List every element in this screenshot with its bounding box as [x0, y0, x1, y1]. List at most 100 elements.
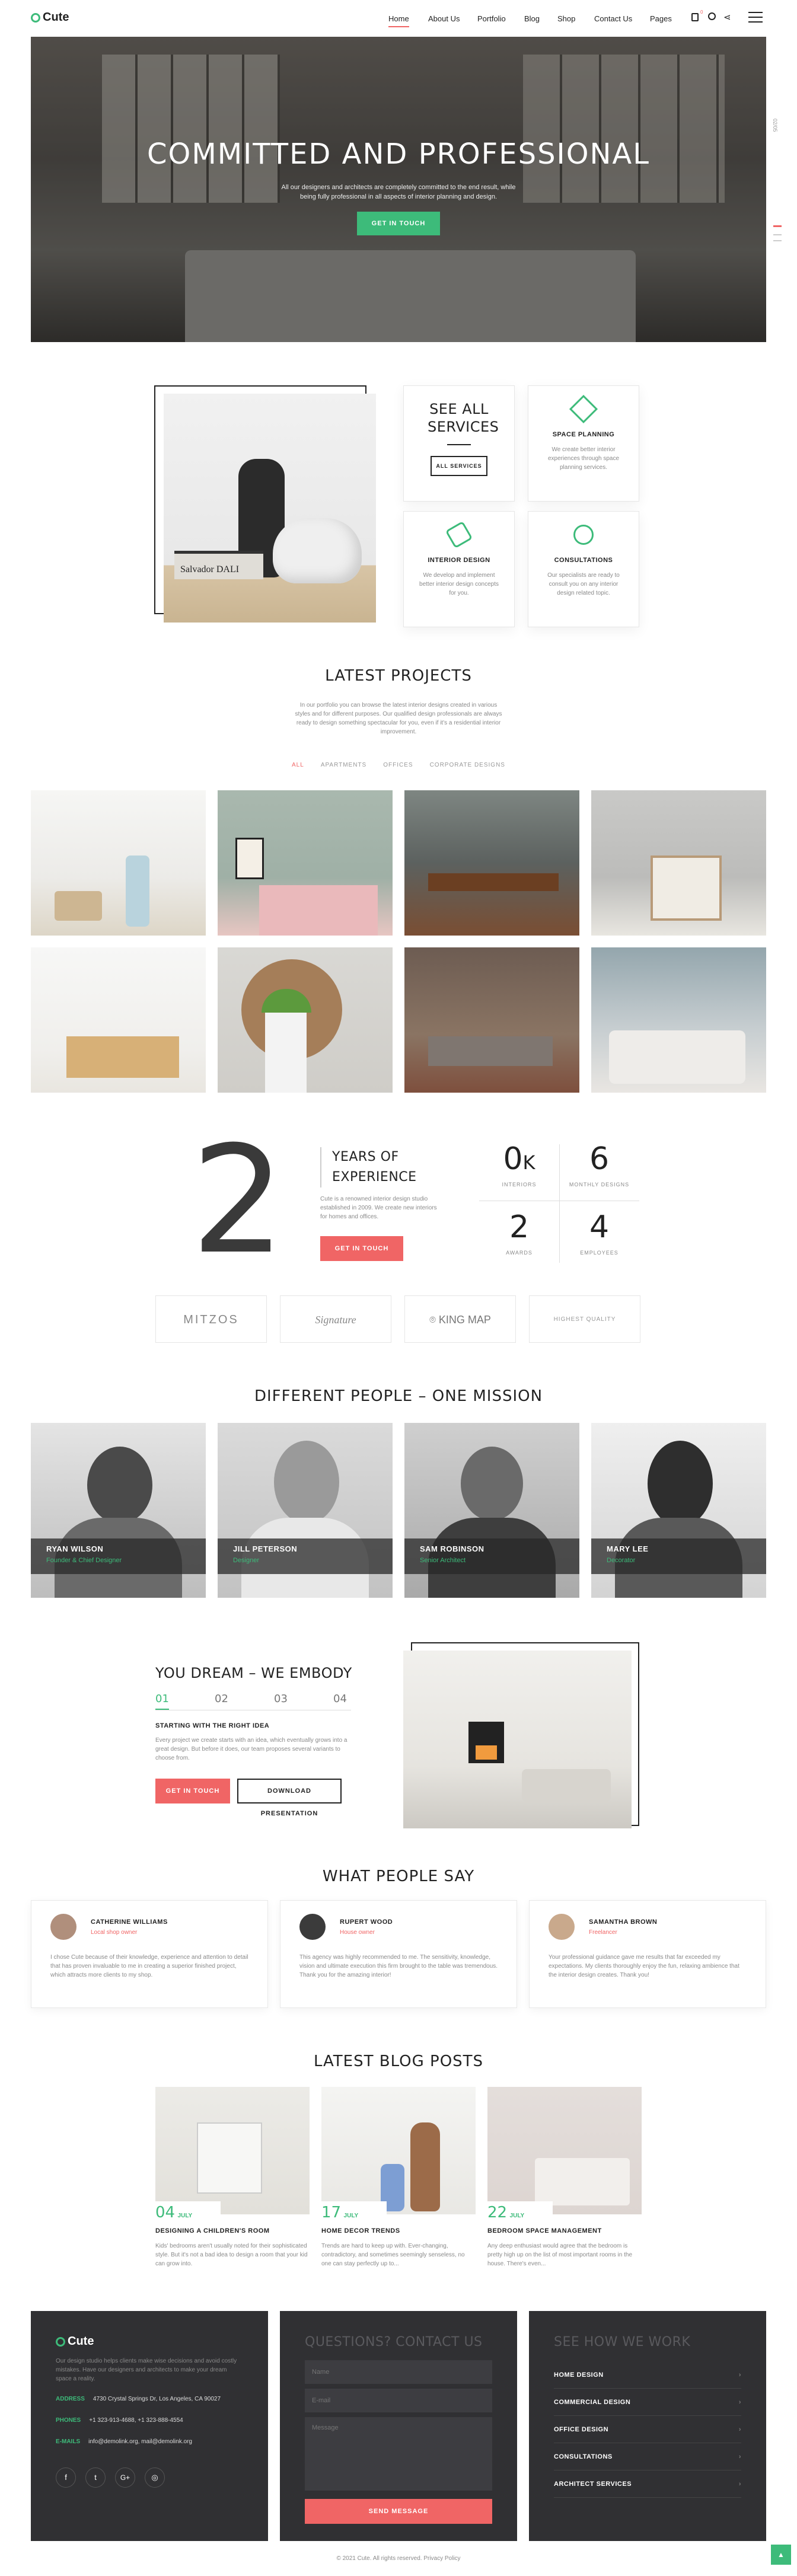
download-presentation-button[interactable]: DOWNLOAD PRESENTATION — [237, 1779, 342, 1817]
logo-ring-icon — [56, 2336, 65, 2347]
nav-blog[interactable]: Blog — [524, 14, 540, 23]
tab-04[interactable]: 04 — [333, 1693, 347, 1705]
nav-contact[interactable]: Contact Us — [594, 14, 632, 23]
menu-icon[interactable] — [748, 12, 763, 23]
service-card-interior-design[interactable]: INTERIOR DESIGN We develop and implement… — [403, 511, 515, 627]
logo[interactable]: Cute — [31, 11, 69, 24]
avatar — [461, 1447, 523, 1521]
services-image: Salvador DALI — [164, 394, 376, 623]
logo-mitzos[interactable]: MITZOS — [155, 1295, 267, 1343]
facebook-icon[interactable]: f — [56, 2468, 76, 2488]
hero: COMMITTED AND PROFESSIONAL All our desig… — [31, 37, 766, 342]
work-link-commercial[interactable]: COMMERCIAL DESIGN › — [554, 2389, 741, 2416]
see-all-heading: SEE ALL SERVICES — [428, 401, 499, 435]
books: Salvador DALI — [174, 551, 263, 579]
project-7[interactable] — [404, 947, 579, 1093]
nav-home[interactable]: Home — [388, 14, 409, 27]
back-to-top-button[interactable]: ▲ — [771, 2545, 791, 2565]
blog-post-1[interactable]: 04 JULY DESIGNING A CHILDREN'S ROOM Kids… — [155, 2087, 310, 2268]
logo-signature[interactable]: Signature — [280, 1295, 391, 1343]
instagram-icon[interactable]: ◎ — [145, 2468, 165, 2488]
nav-portfolio[interactable]: Portfolio — [477, 14, 506, 23]
logo-kingmap[interactable]: ⌾ KING MAP — [404, 1295, 516, 1343]
service-card-consultations[interactable]: CONSULTATIONS Our specialists are ready … — [528, 511, 639, 627]
avatar — [50, 1914, 76, 1940]
message-field[interactable] — [305, 2417, 492, 2491]
work-link-consultations[interactable]: CONSULTATIONS › — [554, 2443, 741, 2470]
slide-counter[interactable]: 02/05 — [772, 119, 778, 132]
blog-post-3[interactable]: 22 JULY BEDROOM SPACE MANAGEMENT Any dee… — [487, 2087, 642, 2268]
tab-03[interactable]: 03 — [274, 1693, 288, 1705]
work-link-office[interactable]: OFFICE DESIGN › — [554, 2416, 741, 2443]
blog-post-2[interactable]: 17 JULY HOME DECOR TRENDS Trends are har… — [321, 2087, 476, 2268]
site-header: Cute Home About Us Portfolio Blog Shop C… — [0, 0, 797, 37]
project-2[interactable] — [218, 790, 393, 936]
google-plus-icon[interactable]: G+ — [115, 2468, 135, 2488]
logo-ring-icon — [31, 12, 40, 23]
project-filters: ALL APARTMENTS OFFICES CORPORATE DESIGNS — [0, 762, 797, 768]
dream-title: YOU DREAM – WE EMBODY — [155, 1665, 352, 1681]
nav-about[interactable]: About Us — [428, 14, 460, 23]
share-icon[interactable]: ⋖ — [723, 12, 731, 23]
hero-text: All our designers and architects are com… — [281, 184, 516, 200]
hero-title: COMMITTED AND PROFESSIONAL — [147, 138, 650, 171]
stat-awards: 2 AWARDS — [506, 1209, 533, 1256]
blog-image — [155, 2087, 310, 2214]
team-card-4[interactable]: MARY LEE Decorator — [591, 1423, 766, 1598]
project-4[interactable] — [591, 790, 766, 936]
tab-02[interactable]: 02 — [215, 1693, 228, 1705]
footer-about: Cute Our design studio helps clients mak… — [31, 2311, 268, 2541]
work-link-architect[interactable]: ARCHITECT SERVICES › — [554, 2470, 741, 2498]
cart-icon[interactable] — [691, 13, 699, 21]
avatar — [274, 1441, 339, 1524]
project-8[interactable] — [591, 947, 766, 1093]
service-card-space-planning[interactable]: SPACE PLANNING We create better interior… — [528, 385, 639, 502]
project-6[interactable] — [218, 947, 393, 1093]
years-number: 2 — [191, 1114, 286, 1287]
chevron-right-icon: › — [738, 2398, 741, 2406]
stat-employees: 4 EMPLOYEES — [580, 1209, 619, 1256]
logo-quality[interactable]: HIGHEST QUALITY — [529, 1295, 640, 1343]
team-card-1[interactable]: RYAN WILSON Founder & Chief Designer — [31, 1423, 206, 1598]
nav-pages[interactable]: Pages — [650, 14, 672, 23]
stats-cta-button[interactable]: GET IN TOUCH — [320, 1236, 403, 1261]
testimonials-title: WHAT PEOPLE SAY — [322, 1868, 475, 1885]
blog-image — [487, 2087, 642, 2214]
email-field[interactable] — [305, 2389, 492, 2412]
filter-apartments[interactable]: APARTMENTS — [321, 762, 366, 768]
name-field[interactable] — [305, 2360, 492, 2384]
chevron-right-icon: › — [738, 2371, 741, 2379]
filter-corporate[interactable]: CORPORATE DESIGNS — [430, 762, 505, 768]
see-all-card: SEE ALL SERVICES ALL SERVICES — [403, 385, 515, 502]
filter-all[interactable]: ALL — [292, 762, 304, 768]
dream-tabs: 01 02 03 04 — [155, 1693, 351, 1710]
project-1[interactable] — [31, 790, 206, 936]
work-link-home-design[interactable]: HOME DESIGN › — [554, 2361, 741, 2389]
twitter-icon[interactable]: t — [85, 2468, 106, 2488]
slide-indicator — [773, 225, 782, 227]
chevron-right-icon: › — [738, 2480, 741, 2488]
dream-image — [403, 1651, 632, 1828]
hero-cta-button[interactable]: GET IN TOUCH — [357, 212, 440, 235]
team-card-3[interactable]: SAM ROBINSON Senior Architect — [404, 1423, 579, 1598]
all-services-button[interactable]: ALL SERVICES — [431, 456, 487, 476]
team-title: DIFFERENT PEOPLE – ONE MISSION — [254, 1387, 543, 1405]
footer-work: SEE HOW WE WORK HOME DESIGN › COMMERCIAL … — [529, 2311, 766, 2541]
send-message-button[interactable]: SEND MESSAGE — [305, 2499, 492, 2524]
team-card-2[interactable]: JILL PETERSON Designer — [218, 1423, 393, 1598]
projects-text: In our portfolio you can browse the late… — [295, 702, 502, 735]
cart-count: 0 — [700, 9, 703, 15]
project-5[interactable] — [31, 947, 206, 1093]
footer-contact: QUESTIONS? CONTACT US SEND MESSAGE — [280, 2311, 517, 2541]
filter-offices[interactable]: OFFICES — [383, 762, 413, 768]
avatar — [299, 1914, 326, 1940]
search-icon[interactable] — [708, 12, 716, 20]
tab-01[interactable]: 01 — [155, 1693, 169, 1710]
dream-subtitle: STARTING WITH THE RIGHT IDEA — [155, 1722, 270, 1729]
projects-title: LATEST PROJECTS — [325, 667, 472, 685]
footer-logo[interactable]: Cute — [56, 2335, 243, 2348]
avatar — [648, 1441, 713, 1527]
nav-shop[interactable]: Shop — [557, 14, 575, 23]
dream-contact-button[interactable]: GET IN TOUCH — [155, 1779, 230, 1803]
project-3[interactable] — [404, 790, 579, 936]
